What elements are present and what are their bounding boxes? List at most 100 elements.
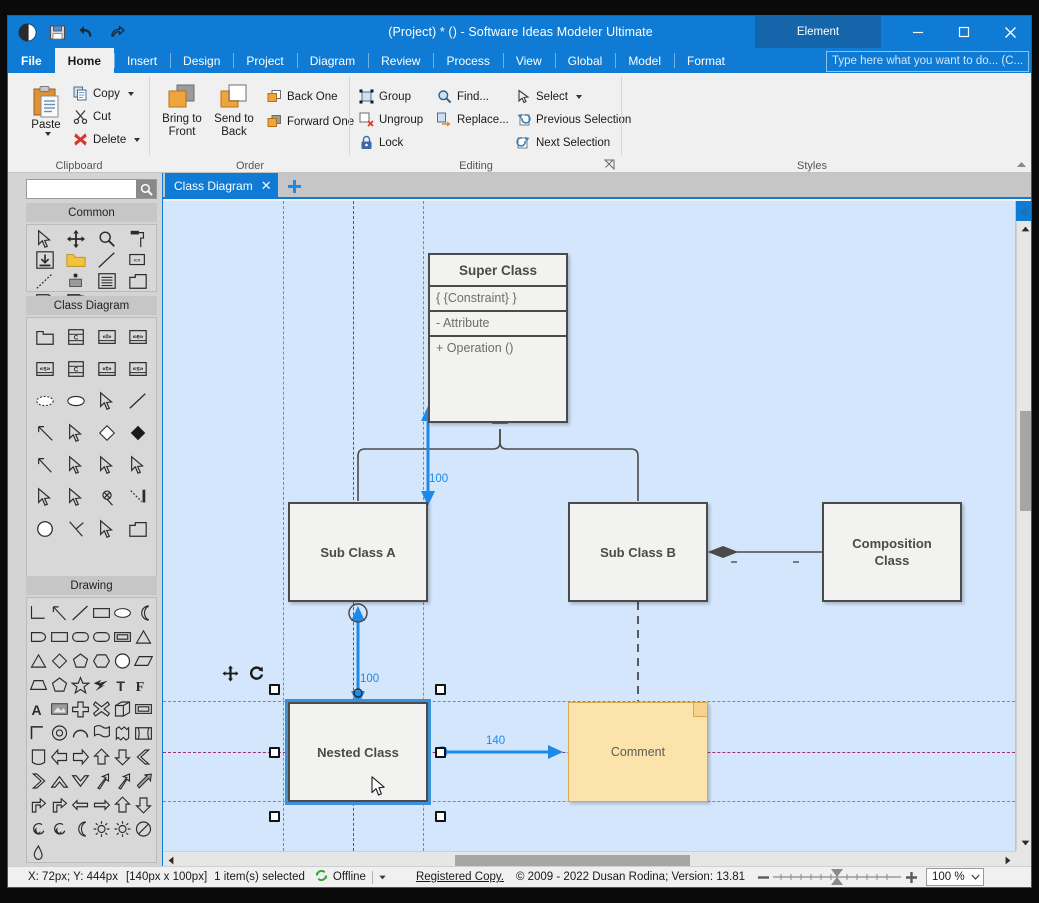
horizontal-scroll-thumb[interactable]: [455, 855, 690, 866]
toolbox-item-diamond-icon[interactable]: [91, 417, 122, 449]
toolbox-item-arrow-ne-icon[interactable]: [91, 769, 112, 793]
close-icon[interactable]: ✕: [261, 178, 272, 194]
document-tab-class-diagram[interactable]: Class Diagram ✕: [165, 173, 278, 199]
editing-dialog-launcher[interactable]: [603, 158, 616, 171]
ribbon-tab-format[interactable]: Format: [674, 48, 738, 73]
toolbox-section-class-diagram[interactable]: Class Diagram: [26, 296, 157, 315]
toolbox-item-aggregation-icon[interactable]: [29, 449, 60, 481]
diagram-canvas-viewport[interactable]: Super Class { {Constraint} } - Attribute…: [163, 201, 1016, 851]
toolbox-item-arrow-ne2-icon[interactable]: [112, 769, 133, 793]
find-button[interactable]: Find...: [434, 86, 492, 107]
toolbox-search-input[interactable]: [27, 180, 136, 198]
uml-class-sub-class-a[interactable]: Sub Class A: [288, 502, 428, 602]
scroll-down-icon[interactable]: [1017, 835, 1031, 851]
ribbon-tab-insert[interactable]: Insert: [114, 48, 170, 73]
toolbox-item-note-anchor-icon[interactable]: [122, 481, 153, 513]
toolbox-item-no-entry-icon[interactable]: [133, 817, 154, 841]
toolbox-item-composition-icon[interactable]: [122, 417, 153, 449]
resize-handle-ne[interactable]: [435, 684, 446, 695]
toolbox-item-callout-left-icon[interactable]: [70, 793, 91, 817]
toolbox-item-arrow-bent-icon[interactable]: [28, 793, 49, 817]
toolbox-item-frame-icon[interactable]: [122, 270, 153, 291]
toolbox-item-chevron-up-icon[interactable]: [49, 769, 70, 793]
toolbox-item-spiral-icon[interactable]: [28, 817, 49, 841]
toolbox-item-chevron-down-icon[interactable]: [70, 769, 91, 793]
toolbox-item-circle2-icon[interactable]: [112, 649, 133, 673]
toolbox-item-arrow-dashed-icon[interactable]: [91, 449, 122, 481]
previous-selection-button[interactable]: Previous Selection: [513, 109, 634, 130]
toolbox-item-halfround-icon[interactable]: [28, 625, 49, 649]
toolbox-item-triangle-icon[interactable]: [133, 625, 154, 649]
toolbox-item-junction-icon[interactable]: [60, 513, 91, 545]
ribbon-tab-design[interactable]: Design: [170, 48, 233, 73]
toolbox-search[interactable]: [26, 179, 157, 199]
toolbox-item-arrow-icon[interactable]: [49, 601, 70, 625]
toolbox-item-line-icon[interactable]: [91, 249, 122, 270]
resize-handle-e[interactable]: [435, 747, 446, 758]
paste-caret-icon[interactable]: [44, 132, 51, 136]
copy-button[interactable]: Copy: [70, 83, 137, 104]
resize-handle-sw[interactable]: [269, 811, 280, 822]
group-button[interactable]: Group: [356, 86, 414, 107]
redo-icon[interactable]: [106, 21, 128, 43]
toolbox-item-type-icon[interactable]: «t»: [91, 353, 122, 385]
toolbox-item-corner-icon[interactable]: [28, 721, 49, 745]
status-connection[interactable]: Offline: [315, 869, 366, 885]
ribbon-tab-process[interactable]: Process: [433, 48, 502, 73]
toolbox-item-xor-icon[interactable]: [91, 481, 122, 513]
ribbon-tab-file[interactable]: File: [8, 48, 55, 73]
toolbox-item-active-class-icon[interactable]: C: [60, 353, 91, 385]
toolbox-item-chevron-left-icon[interactable]: [133, 745, 154, 769]
close-button[interactable]: [987, 16, 1031, 48]
diagram-canvas[interactable]: Super Class { {Constraint} } - Attribute…: [163, 201, 1015, 851]
ungroup-button[interactable]: Ungroup: [356, 109, 426, 130]
toolbox-item-dependency-icon[interactable]: [122, 449, 153, 481]
toolbox-item-use-relation-icon[interactable]: [91, 385, 122, 417]
toolbox-item-trapezoid-icon[interactable]: [28, 673, 49, 697]
toolbox-section-drawing[interactable]: Drawing: [26, 576, 157, 595]
canvas-vertical-scrollbar[interactable]: [1016, 221, 1031, 851]
toolbox-item-rect-icon[interactable]: [91, 601, 112, 625]
toolbox-item-struct-icon[interactable]: «s»: [122, 353, 153, 385]
uml-class-super-class[interactable]: Super Class { {Constraint} } - Attribute…: [428, 253, 568, 423]
uml-class-sub-class-b[interactable]: Sub Class B: [568, 502, 708, 602]
toolbox-item-image-icon[interactable]: [49, 697, 70, 721]
toolbox-item-realization2-icon[interactable]: [60, 481, 91, 513]
back-one-button[interactable]: Back One: [264, 86, 341, 107]
toolbox-item-bidirectional-icon[interactable]: [60, 417, 91, 449]
toolbox-item-curtain-icon[interactable]: [133, 721, 154, 745]
toolbox-item-chevron-right-icon[interactable]: [28, 769, 49, 793]
lock-button[interactable]: Lock: [356, 132, 406, 153]
toolbox-item-roundrect-icon[interactable]: [49, 625, 70, 649]
ribbon-tab-global[interactable]: Global: [554, 48, 616, 73]
search-icon[interactable]: [136, 180, 156, 198]
paste-button[interactable]: Paste: [20, 81, 72, 136]
rotate-grip-icon[interactable]: [248, 664, 266, 682]
toolbox-item-double-rect-icon[interactable]: [133, 697, 154, 721]
toolbox-item-arrow-up-block-icon[interactable]: [112, 793, 133, 817]
toolbox-item-target-icon[interactable]: [49, 721, 70, 745]
toolbox-item-capsule-icon[interactable]: [91, 625, 112, 649]
toolbox-item-dotted-line-icon[interactable]: [29, 270, 60, 291]
toolbox-item-pointer-icon[interactable]: [29, 228, 60, 249]
zoom-slider[interactable]: [771, 869, 903, 885]
toolbox-item-pentagon-icon[interactable]: [70, 649, 91, 673]
toolbox-item-arrow-left-icon[interactable]: [49, 745, 70, 769]
toolbox-item-package-icon[interactable]: [29, 321, 60, 353]
delete-button[interactable]: Delete: [70, 129, 143, 150]
toolbox-item-arrow-up-icon[interactable]: [91, 745, 112, 769]
toolbox-item-container-icon[interactable]: [122, 513, 153, 545]
toolbox-item-ellipse-icon[interactable]: [60, 385, 91, 417]
tell-me-search-input[interactable]: Type here what you want to do... (C...: [826, 51, 1029, 72]
bring-to-front-button[interactable]: Bring to Front: [158, 81, 206, 139]
toolbox-item-gear-icon[interactable]: [91, 817, 112, 841]
ribbon-tab-view[interactable]: View: [502, 48, 555, 73]
resize-handle-nw[interactable]: [269, 684, 280, 695]
ribbon-tab-home[interactable]: Home: [54, 48, 115, 73]
toolbox-item-interface-icon[interactable]: «I»: [91, 321, 122, 353]
resize-handle-se[interactable]: [435, 811, 446, 822]
toolbox-item-generalization-icon[interactable]: [29, 417, 60, 449]
send-to-back-button[interactable]: Send to Back: [210, 81, 258, 139]
cut-button[interactable]: Cut: [70, 106, 114, 127]
toolbox-item-star-icon[interactable]: [70, 673, 91, 697]
